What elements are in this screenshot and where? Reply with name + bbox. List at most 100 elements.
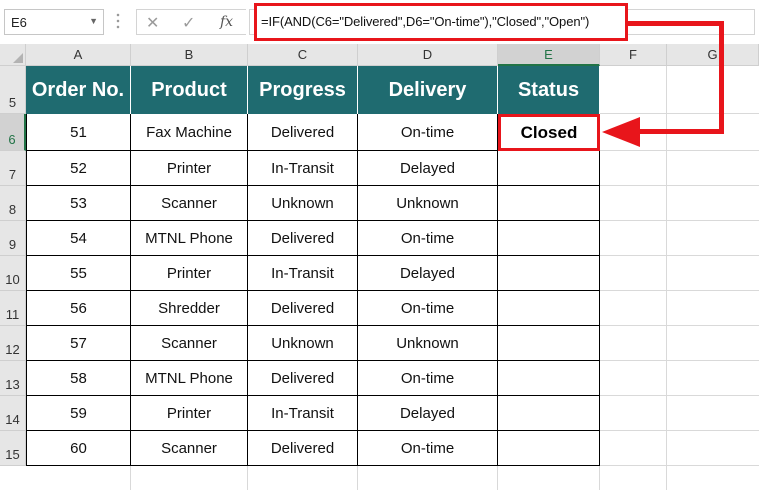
select-all-button[interactable] xyxy=(0,44,26,66)
table-cell[interactable]: 51 xyxy=(26,114,131,151)
check-icon[interactable]: ✓ xyxy=(182,13,195,33)
row-number: 13 xyxy=(5,377,20,392)
row-number: 5 xyxy=(8,95,17,110)
close-icon[interactable]: ✕ xyxy=(146,13,159,33)
table-cell[interactable]: Delivered xyxy=(248,114,358,151)
formula-highlight-box: =IF(AND(C6="Delivered",D6="On-time"),"Cl… xyxy=(254,3,628,41)
table-cell[interactable]: Delayed xyxy=(358,256,498,291)
table-cell[interactable]: Printer xyxy=(131,256,248,291)
select-all-icon xyxy=(13,53,23,63)
table-cell[interactable]: Printer xyxy=(131,396,248,431)
formula-controls: ✕ ✓ fx xyxy=(136,9,246,35)
column-header-e[interactable]: E xyxy=(498,44,600,66)
table-cell[interactable]: MTNL Phone xyxy=(131,361,248,396)
table-cell[interactable]: 53 xyxy=(26,186,131,221)
table-header-progress: Progress xyxy=(248,66,358,114)
drag-handle-icon[interactable] xyxy=(115,12,121,30)
table-cell[interactable]: 60 xyxy=(26,431,131,466)
table-cell[interactable]: Delivered xyxy=(248,361,358,396)
row-header-15[interactable]: 15 xyxy=(0,431,26,466)
row-number: 7 xyxy=(8,167,17,182)
table-cell[interactable]: Unknown xyxy=(248,186,358,221)
table-cell[interactable]: Delivered xyxy=(248,291,358,326)
table-cell[interactable]: On-time xyxy=(358,431,498,466)
arrow-segment xyxy=(628,21,724,26)
table-cell[interactable]: Scanner xyxy=(131,326,248,361)
table-cell[interactable] xyxy=(498,221,600,256)
table-cell[interactable] xyxy=(498,326,600,361)
table-cell[interactable]: On-time xyxy=(358,221,498,256)
table-cell[interactable]: Scanner xyxy=(131,186,248,221)
table-cell[interactable]: Delayed xyxy=(358,396,498,431)
row-number: 14 xyxy=(5,412,20,427)
insert-function-icon[interactable]: fx xyxy=(220,14,233,30)
table-cell[interactable]: Printer xyxy=(131,151,248,186)
row-header-13[interactable]: 13 xyxy=(0,361,26,396)
row-header-5[interactable]: 5 xyxy=(0,66,26,114)
table-cell[interactable]: Shredder xyxy=(131,291,248,326)
row-header-6[interactable]: 6 xyxy=(0,114,26,151)
table-cell[interactable]: 58 xyxy=(26,361,131,396)
table-cell[interactable] xyxy=(498,151,600,186)
table-cell[interactable]: Scanner xyxy=(131,431,248,466)
table-cell[interactable]: 55 xyxy=(26,256,131,291)
row-header-7[interactable]: 7 xyxy=(0,151,26,186)
table-cell[interactable]: Delivered xyxy=(248,221,358,256)
table-cell[interactable]: 52 xyxy=(26,151,131,186)
table-header-order-no: Order No. xyxy=(26,66,131,114)
table-cell[interactable]: On-time xyxy=(358,114,498,151)
table-cell[interactable] xyxy=(498,396,600,431)
table-cell[interactable]: In-Transit xyxy=(248,151,358,186)
table-cell[interactable] xyxy=(498,256,600,291)
row-number: 11 xyxy=(5,307,20,322)
table-cell[interactable] xyxy=(498,291,600,326)
table-cell[interactable]: MTNL Phone xyxy=(131,221,248,256)
row-number: 9 xyxy=(8,237,17,252)
table-cell[interactable]: In-Transit xyxy=(248,396,358,431)
table-cell[interactable]: On-time xyxy=(358,291,498,326)
table-cell[interactable] xyxy=(498,431,600,466)
arrow-head-icon xyxy=(602,117,640,147)
active-cell-e6[interactable]: Closed xyxy=(498,114,600,151)
name-box[interactable]: E6 ▼ xyxy=(4,9,104,35)
formula-text[interactable]: =IF(AND(C6="Delivered",D6="On-time"),"Cl… xyxy=(261,14,589,29)
row-header-11[interactable]: 11 xyxy=(0,291,26,326)
column-header-c[interactable]: C xyxy=(248,44,358,66)
column-header-b[interactable]: B xyxy=(131,44,248,66)
table-cell[interactable]: 57 xyxy=(26,326,131,361)
table-cell[interactable]: Delayed xyxy=(358,151,498,186)
table-cell[interactable]: 54 xyxy=(26,221,131,256)
table-cell[interactable]: Unknown xyxy=(248,326,358,361)
row-header-9[interactable]: 9 xyxy=(0,221,26,256)
row-number: 10 xyxy=(5,272,20,287)
row-number: 6 xyxy=(8,132,16,147)
table-cell[interactable] xyxy=(498,186,600,221)
row-header-8[interactable]: 8 xyxy=(0,186,26,221)
row-header-12[interactable]: 12 xyxy=(0,326,26,361)
arrow-segment xyxy=(719,21,724,134)
column-header-f[interactable]: F xyxy=(600,44,667,66)
table-header-delivery: Delivery xyxy=(358,66,498,114)
row-number: 8 xyxy=(8,202,17,217)
table-cell[interactable]: Unknown xyxy=(358,186,498,221)
table-cell[interactable]: 56 xyxy=(26,291,131,326)
table-cell[interactable]: 59 xyxy=(26,396,131,431)
row-header-10[interactable]: 10 xyxy=(0,256,26,291)
table-cell[interactable] xyxy=(498,361,600,396)
table-cell[interactable]: Delivered xyxy=(248,431,358,466)
table-header-product: Product xyxy=(131,66,248,114)
row-header-14[interactable]: 14 xyxy=(0,396,26,431)
table-header-status: Status xyxy=(498,66,600,114)
table-cell[interactable]: Fax Machine xyxy=(131,114,248,151)
arrow-segment xyxy=(638,129,724,134)
row-number: 15 xyxy=(5,447,20,462)
column-header-a[interactable]: A xyxy=(26,44,131,66)
column-header-d[interactable]: D xyxy=(358,44,498,66)
column-header-g[interactable]: G xyxy=(667,44,759,66)
table-cell[interactable]: Unknown xyxy=(358,326,498,361)
table-cell[interactable]: On-time xyxy=(358,361,498,396)
table-cell[interactable]: In-Transit xyxy=(248,256,358,291)
name-box-value: E6 xyxy=(11,15,27,30)
chevron-down-icon[interactable]: ▼ xyxy=(89,16,98,26)
row-number: 12 xyxy=(5,342,20,357)
